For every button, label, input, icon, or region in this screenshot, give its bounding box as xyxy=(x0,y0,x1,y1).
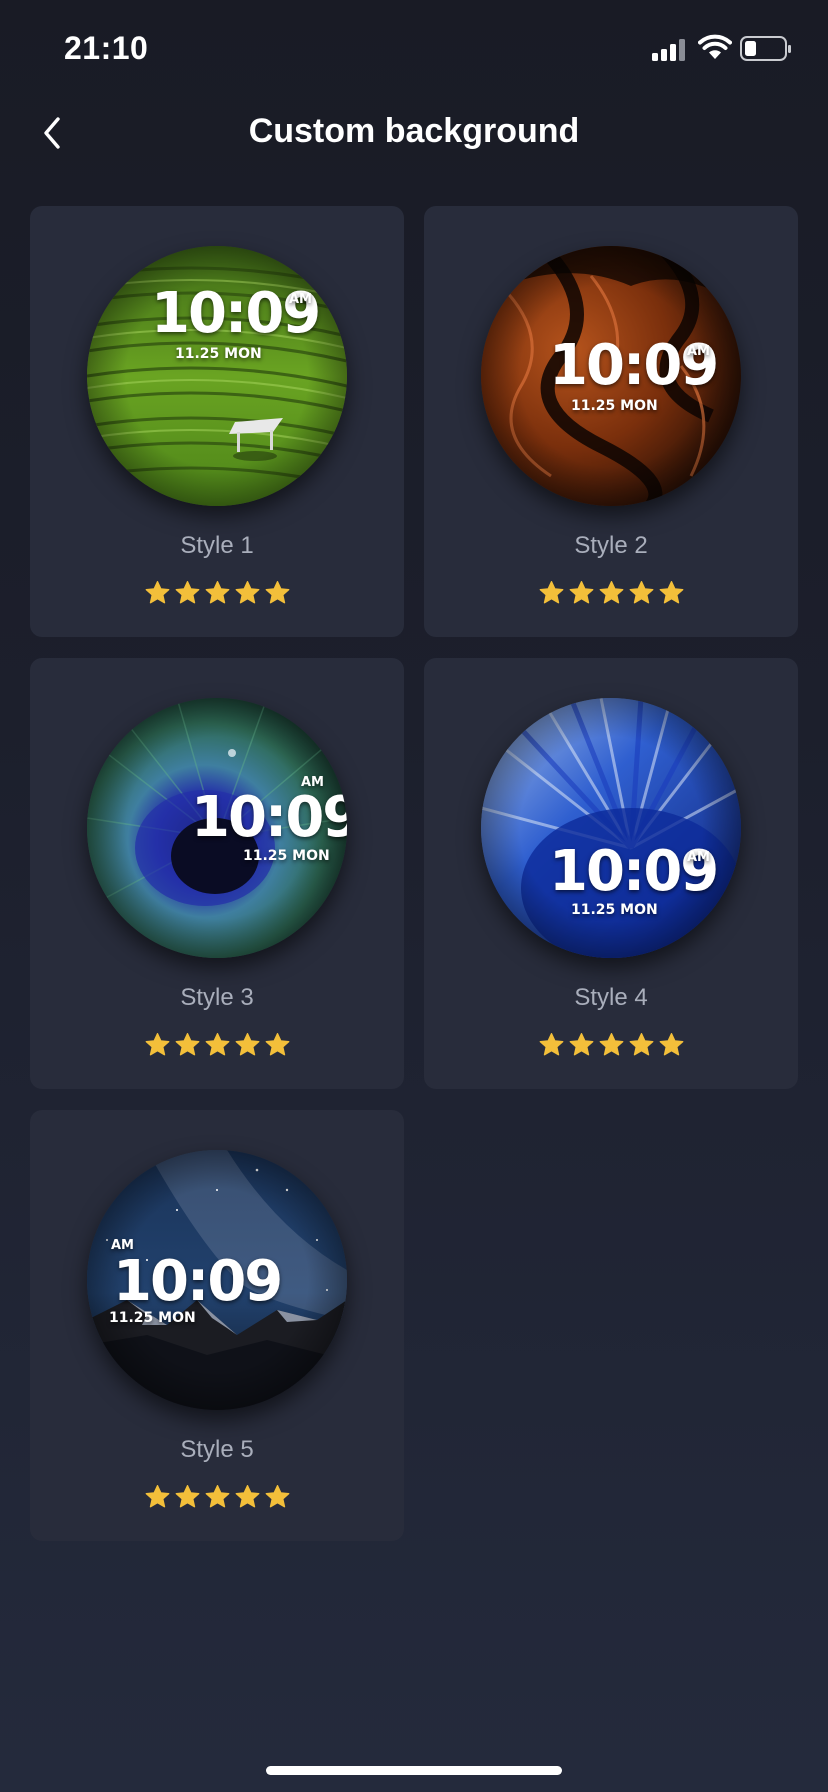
star-icon xyxy=(204,580,231,606)
watch-ampm: AM xyxy=(289,292,312,307)
star-icon xyxy=(234,1032,261,1058)
style-label: Style 1 xyxy=(180,532,254,559)
watch-ampm: AM xyxy=(111,1238,134,1253)
signal-icon xyxy=(652,39,685,61)
style-card-1[interactable]: 10:09 AM 11.25 MON Style 1 xyxy=(30,206,404,637)
watch-date: 11.25 MON xyxy=(109,1310,196,1326)
star-icon xyxy=(174,580,201,606)
rating-stars xyxy=(424,1032,798,1058)
watch-time: 10:09 xyxy=(191,785,347,850)
star-icon xyxy=(628,580,655,606)
watch-ampm: AM xyxy=(687,344,710,359)
rating-stars xyxy=(30,1484,404,1510)
battery-icon xyxy=(740,36,791,61)
star-icon xyxy=(598,1032,625,1058)
style-card-5[interactable]: 10:09 AM 11.25 MON Style 5 xyxy=(30,1110,404,1541)
watch-date: 11.25 MON xyxy=(175,346,262,362)
star-icon xyxy=(628,1032,655,1058)
style-label: Style 3 xyxy=(180,984,254,1011)
star-icon xyxy=(204,1032,231,1058)
star-icon xyxy=(234,580,261,606)
rating-stars xyxy=(424,580,798,606)
blue-fish-fin-image xyxy=(481,698,741,958)
star-icon xyxy=(174,1032,201,1058)
star-icon xyxy=(234,1484,261,1510)
watch-face-preview: 10:09 AM 11.25 MON xyxy=(481,698,741,958)
watch-ampm: AM xyxy=(687,850,710,865)
star-icon xyxy=(174,1484,201,1510)
style-label: Style 4 xyxy=(574,984,648,1011)
style-card-2[interactable]: 10:09 AM 11.25 MON Style 2 xyxy=(424,206,798,637)
star-icon xyxy=(658,580,685,606)
star-icon xyxy=(144,1484,171,1510)
star-icon xyxy=(538,580,565,606)
home-indicator[interactable] xyxy=(266,1766,562,1775)
star-icon xyxy=(264,1484,291,1510)
star-icon xyxy=(264,580,291,606)
watch-face-preview: 10:09 AM 11.25 MON xyxy=(481,246,741,506)
status-time: 21:10 xyxy=(64,30,149,66)
star-icon xyxy=(658,1032,685,1058)
star-icon xyxy=(144,580,171,606)
watch-date: 11.25 MON xyxy=(571,398,658,414)
watch-time: 10:09 xyxy=(113,1249,283,1314)
watch-date: 11.25 MON xyxy=(243,848,330,864)
watch-date: 11.25 MON xyxy=(571,902,658,918)
watch-face-preview: 10:09 AM 11.25 MON xyxy=(87,698,347,958)
page-title: Custom background xyxy=(248,112,580,150)
watch-face-preview: 10:09 AM 11.25 MON xyxy=(87,246,347,506)
style-card-3[interactable]: 10:09 AM 11.25 MON Style 3 xyxy=(30,658,404,1089)
star-icon xyxy=(598,580,625,606)
style-label: Style 2 xyxy=(574,532,648,559)
rating-stars xyxy=(30,1032,404,1058)
star-icon xyxy=(144,1032,171,1058)
style-card-4[interactable]: 10:09 AM 11.25 MON Style 4 xyxy=(424,658,798,1089)
status-bar: 21:10 xyxy=(0,0,828,100)
watch-face-preview: 10:09 AM 11.25 MON xyxy=(87,1150,347,1410)
style-label: Style 5 xyxy=(180,1436,254,1463)
star-icon xyxy=(568,580,595,606)
star-icon xyxy=(204,1484,231,1510)
nav-bar: Custom background xyxy=(0,100,828,166)
rating-stars xyxy=(30,580,404,606)
watch-ampm: AM xyxy=(301,775,324,790)
star-icon xyxy=(264,1032,291,1058)
star-icon xyxy=(568,1032,595,1058)
star-icon xyxy=(538,1032,565,1058)
wifi-icon xyxy=(698,34,732,59)
